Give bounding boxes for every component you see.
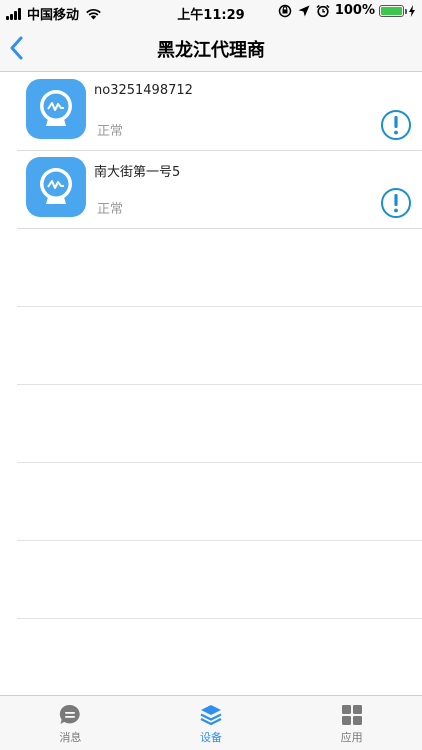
charging-bolt-icon — [409, 4, 415, 17]
tab-label: 应用 — [340, 731, 363, 744]
tab-label: 消息 — [59, 731, 82, 744]
device-name: 南大街第一号5 — [94, 165, 181, 180]
tab-messages[interactable]: 消息 — [0, 696, 141, 750]
tab-apps[interactable]: 应用 — [281, 696, 422, 750]
rotation-lock-icon — [278, 4, 292, 17]
tab-devices[interactable]: 设备 — [141, 696, 282, 750]
page-title: 黑龙江代理商 — [157, 40, 265, 61]
tab-bar: 消息 设备 应用 — [0, 695, 422, 750]
empty-row-separator — [17, 385, 422, 463]
alert-circle-icon — [381, 110, 411, 140]
empty-row-separator — [17, 463, 422, 541]
meter-icon — [26, 157, 86, 217]
nav-bar: 黑龙江代理商 — [0, 24, 422, 72]
device-status: 正常 — [97, 202, 124, 217]
location-arrow-icon — [298, 5, 310, 16]
battery-percent: 100% — [334, 3, 375, 18]
status-right: 100% — [278, 3, 416, 18]
meter-icon — [26, 79, 86, 139]
empty-row-separator — [17, 307, 422, 385]
empty-row-separator — [17, 229, 422, 307]
device-row[interactable]: 南大街第一号5 正常 — [17, 151, 422, 229]
layers-icon — [200, 705, 222, 726]
empty-row-separator — [17, 541, 422, 619]
device-name: no3251498712 — [94, 83, 193, 98]
battery-icon — [379, 4, 407, 17]
alarm-clock-icon — [316, 4, 330, 17]
tab-label: 设备 — [200, 731, 222, 744]
device-status: 正常 — [97, 124, 124, 139]
alert-button[interactable] — [380, 187, 412, 219]
alert-circle-icon — [381, 188, 411, 218]
grid-icon — [341, 705, 362, 725]
device-list: no3251498712 正常 南大街第一号5 正常 — [0, 73, 422, 619]
message-bubble-icon — [60, 704, 80, 724]
screen: 中国移动 上午11:29 100% 黑龙江代理商 no3251498712 正常… — [0, 0, 422, 750]
alert-button[interactable] — [380, 109, 412, 141]
device-row[interactable]: no3251498712 正常 — [17, 73, 422, 151]
status-bar: 中国移动 上午11:29 100% — [0, 0, 422, 24]
